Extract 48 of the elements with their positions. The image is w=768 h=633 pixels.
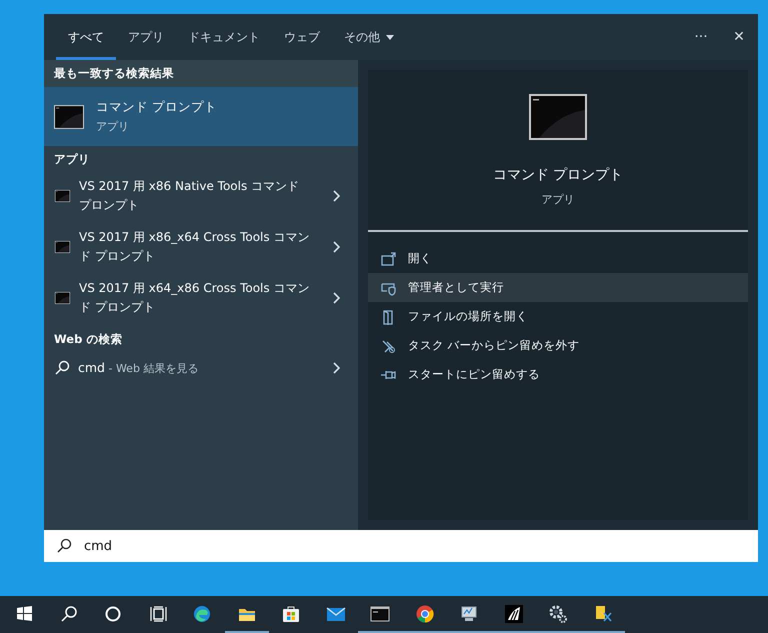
- result-item[interactable]: VS 2017 用 x64_x86 Cross Tools コマンド プロンプト: [44, 275, 358, 320]
- terminal-icon: [54, 292, 71, 304]
- close-button[interactable]: ✕: [720, 14, 758, 60]
- result-item[interactable]: VS 2017 用 x86_x64 Cross Tools コマンド プロンプト: [44, 224, 358, 269]
- windows-icon: [14, 604, 34, 624]
- chevron-icon: [332, 240, 340, 252]
- browser-icon: [192, 604, 212, 624]
- result-item[interactable]: コマンド プロンプト アプリ: [44, 87, 358, 146]
- chevron-icon: [332, 190, 340, 202]
- search-icon: [56, 538, 72, 554]
- terminal-icon: [54, 190, 71, 202]
- more-button[interactable]: ···: [682, 14, 720, 60]
- action-item[interactable]: 管理者として実行: [368, 273, 748, 302]
- section-heading: Web の検索: [53, 331, 124, 348]
- search-icon: [54, 360, 70, 376]
- tab[interactable]: その他: [332, 17, 406, 60]
- gear-icon: [548, 604, 568, 624]
- app-title: コマンド プロンプト: [492, 166, 624, 184]
- taskview-icon: [148, 604, 168, 624]
- action-item[interactable]: スタートにピン留めする: [368, 360, 748, 389]
- web-result-item[interactable]: cmd - Web 結果を見る: [44, 353, 358, 383]
- chevron-icon: [332, 292, 340, 304]
- app-type: アプリ: [542, 192, 574, 207]
- action-item[interactable]: ファイルの場所を開く: [368, 302, 748, 331]
- action-item[interactable]: タスク バーからピン留めを外す: [368, 331, 748, 360]
- terminal-icon: [54, 240, 71, 252]
- section-heading: 最も一致する検索結果: [44, 60, 358, 87]
- unpin-icon: [380, 338, 396, 354]
- search-field[interactable]: cmd: [44, 530, 758, 562]
- search-input[interactable]: cmd: [82, 538, 746, 554]
- circle-icon: [103, 604, 124, 624]
- terminal-icon: [370, 604, 390, 624]
- open-icon: [380, 250, 396, 266]
- search-icon: [58, 604, 79, 624]
- chevron-icon: [332, 362, 340, 374]
- monitor-icon: [459, 604, 480, 624]
- caret-icon: [386, 34, 394, 40]
- tab[interactable]: アプリ: [116, 17, 176, 60]
- browser-icon: [414, 604, 435, 624]
- result-item[interactable]: VS 2017 用 x86 Native Tools コマンドプロンプト: [44, 173, 358, 218]
- tab[interactable]: ドキュメント: [176, 17, 272, 60]
- terminal-icon: [529, 94, 587, 140]
- terminal-icon: [54, 104, 84, 128]
- sails-icon: [504, 604, 524, 624]
- section-heading: アプリ: [53, 151, 91, 168]
- action-item[interactable]: 開く: [368, 244, 748, 273]
- tab[interactable]: ウェブ: [272, 17, 332, 60]
- bag-icon: [281, 604, 302, 624]
